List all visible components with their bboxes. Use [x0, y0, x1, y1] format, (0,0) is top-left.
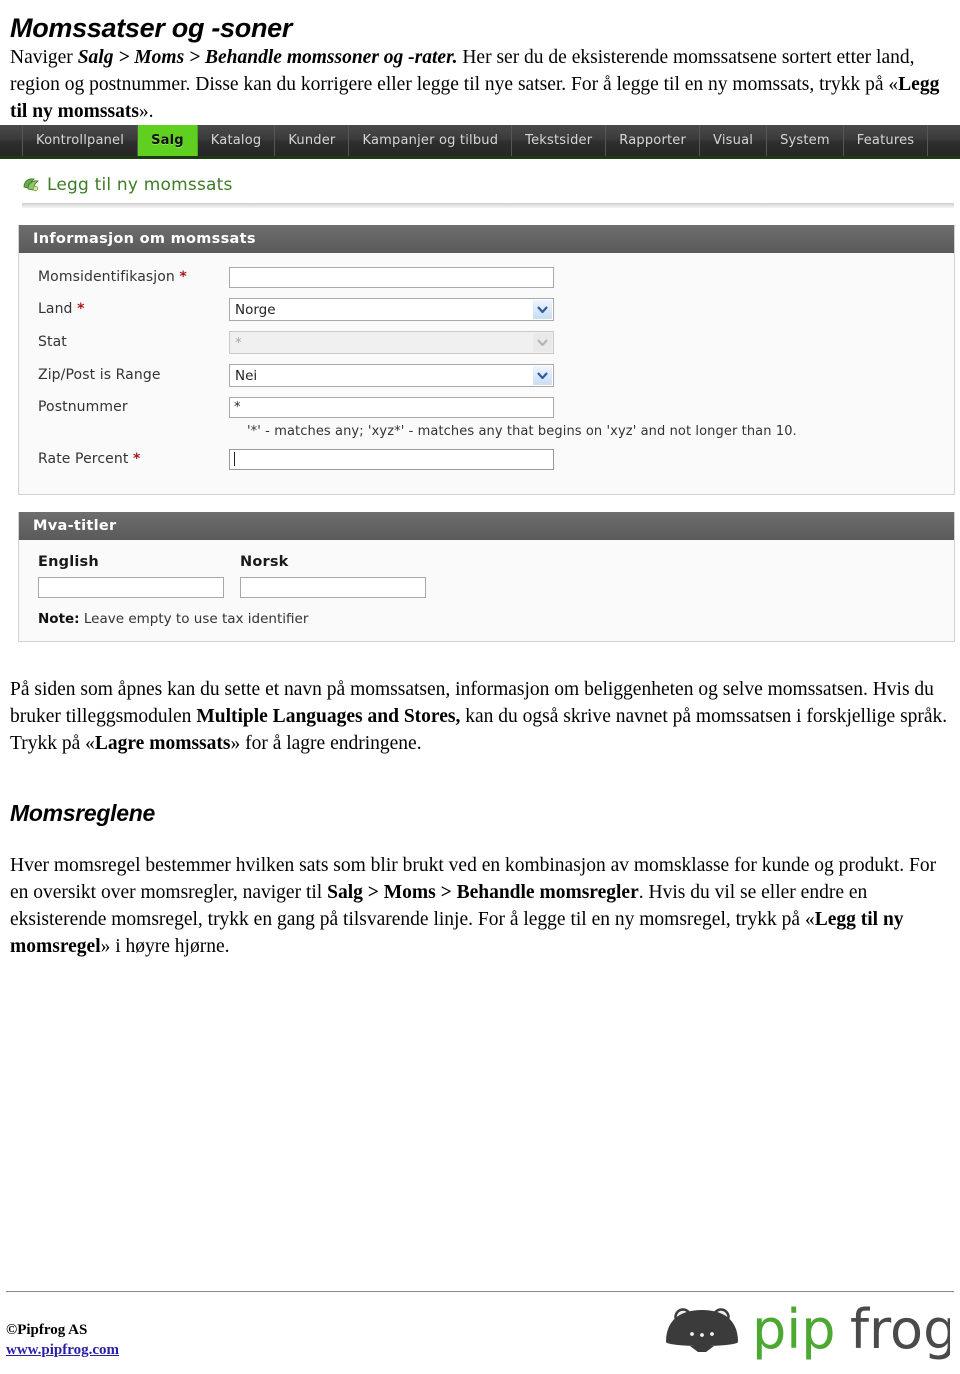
rules-paragraph: Hver momsregel bestemmer hvilken sats so… [6, 852, 954, 960]
required-asterisk: * [77, 301, 85, 318]
label-state: Stat [38, 334, 67, 351]
nav-item-kontrollpanel[interactable]: Kontrollpanel [22, 124, 139, 156]
page-title: Momssatser og -soner [10, 13, 293, 43]
label-english: English [38, 553, 99, 570]
label-country: Land * [38, 301, 229, 317]
content-heading: Legg til ny momssats [0, 159, 960, 203]
logo-text-pip: pip [752, 1298, 836, 1360]
tax-rate-info-panel: Informasjon om momssats Momsidentifikasj… [18, 224, 955, 495]
state-select: * [229, 330, 554, 354]
tax-rate-info-panel-body: Momsidentifikasjon * Land * Norge Stat *… [19, 253, 954, 494]
control-zip-range: Nei [229, 363, 554, 387]
label-rate-percent-text: Rate Percent [38, 451, 129, 468]
footer-text: ©Pipfrog AS www.pipfrog.com [6, 1320, 119, 1360]
zip-code-hint: '*' - matches any; 'xyz*' - matches any … [247, 423, 797, 439]
tax-rate-info-panel-title: Informasjon om momssats [19, 224, 954, 253]
country-select-value: Norge [235, 301, 276, 318]
vat-title-english-input[interactable] [38, 576, 224, 598]
control-rate-percent [229, 448, 554, 470]
vat-titles-panel-body: English Norsk Note: Leave empty to use t… [19, 540, 954, 641]
nav-item-features[interactable]: Features [844, 124, 929, 156]
label-tax-identifier-text: Momsidentifikasjon [38, 269, 175, 286]
frog-head-icon [666, 1308, 738, 1352]
admin-content: Legg til ny momssats Informasjon om moms… [0, 158, 960, 658]
country-select[interactable]: Norge [229, 297, 554, 321]
admin-navbar: Kontrollpanel Salg Katalog Kunder Kampan… [0, 124, 960, 159]
intro-lead: Naviger [10, 46, 78, 68]
control-tax-identifier [229, 266, 554, 288]
zip-range-select[interactable]: Nei [229, 363, 554, 387]
mid-bold2: Lagre momssats [94, 732, 231, 754]
field-row-tax-identifier: Momsidentifikasjon * [19, 266, 954, 288]
rules-bold1: Salg > Moms > Behandle momsregler [327, 881, 639, 903]
tax-identifier-input[interactable] [229, 266, 554, 288]
label-zip-code: Postnummer [38, 399, 128, 416]
chevron-down-icon[interactable] [533, 365, 552, 385]
intro-tail: ». [138, 100, 154, 122]
content-heading-label: Legg til ny momssats [47, 174, 233, 195]
note-prefix: Note: [38, 610, 80, 627]
field-row-zip-code: Postnummer [19, 396, 954, 418]
mid-paragraph: På siden som åpnes kan du sette et navn … [6, 676, 954, 757]
required-asterisk: * [179, 269, 187, 286]
field-row-rate-percent: Rate Percent * [19, 448, 954, 470]
vat-titles-columns: English Norsk [19, 554, 954, 598]
document-page: Momssatser og -soner Naviger Salg > Moms… [0, 13, 960, 1374]
note-text: Leave empty to use tax identifier [79, 610, 309, 627]
control-zip-code [229, 396, 554, 418]
vat-title-column-english: English [38, 554, 224, 598]
mid-part3: » for å lagre endringene. [230, 732, 422, 754]
zip-code-input[interactable] [229, 396, 554, 418]
label-zip-range: Zip/Post is Range [38, 367, 161, 384]
pipfrog-logo: pip frog [660, 1298, 950, 1360]
mid-bold1: Multiple Languages and Stores, [196, 705, 461, 727]
vat-titles-panel: Mva-titler English Norsk Note: Leave emp… [18, 511, 955, 642]
nav-item-tekstsider[interactable]: Tekstsider [512, 124, 607, 156]
footer-url-link[interactable]: www.pipfrog.com [6, 1340, 119, 1360]
intro-paragraph: Naviger Salg > Moms > Behandle momssoner… [6, 44, 954, 125]
label-tax-identifier: Momsidentifikasjon * [38, 269, 229, 285]
control-state: * [229, 330, 554, 354]
nav-item-system[interactable]: System [767, 124, 844, 156]
vat-title-column-norsk: Norsk [240, 554, 426, 598]
nav-item-visual[interactable]: Visual [700, 124, 768, 156]
control-country: Norge [229, 297, 554, 321]
nav-item-katalog[interactable]: Katalog [198, 124, 276, 156]
section-title-momsreglene: Momsreglene [10, 799, 155, 826]
pipfrog-logo-svg: pip frog [666, 1298, 950, 1360]
chevron-down-icon[interactable] [533, 299, 552, 319]
heading-divider [22, 202, 954, 208]
nav-item-salg[interactable]: Salg [138, 124, 198, 156]
rules-part3: » i høyre hjørne. [100, 935, 230, 957]
rate-percent-input[interactable] [229, 448, 554, 470]
zip-range-select-value: Nei [235, 367, 258, 384]
vat-title-norsk-input[interactable] [240, 576, 426, 598]
leaf-icon [23, 178, 40, 191]
label-norsk: Norsk [240, 553, 289, 570]
field-row-country: Land * Norge [19, 297, 954, 321]
chevron-down-icon [533, 332, 552, 352]
label-country-text: Land [38, 301, 73, 318]
page-footer: ©Pipfrog AS www.pipfrog.com pip frog [6, 1291, 954, 1360]
text-caret [234, 451, 235, 466]
footer-copyright: ©Pipfrog AS [6, 1322, 88, 1338]
label-rate-percent: Rate Percent * [38, 451, 229, 467]
logo-text-frog: frog [850, 1298, 950, 1360]
vat-titles-note: Note: Leave empty to use tax identifier [19, 611, 954, 627]
field-row-state: Stat * [19, 330, 954, 354]
app-screenshot: Kontrollpanel Salg Katalog Kunder Kampan… [0, 124, 960, 658]
field-row-zip-range: Zip/Post is Range Nei [19, 363, 954, 387]
state-select-value: * [235, 334, 242, 351]
nav-item-kampanjer-og-tilbud[interactable]: Kampanjer og tilbud [349, 124, 513, 156]
nav-item-kunder[interactable]: Kunder [275, 124, 350, 156]
nav-item-rapporter[interactable]: Rapporter [606, 124, 701, 156]
vat-titles-panel-title: Mva-titler [19, 511, 954, 540]
required-asterisk: * [133, 451, 141, 468]
intro-nav-path: Salg > Moms > Behandle momssoner og -rat… [77, 46, 458, 68]
